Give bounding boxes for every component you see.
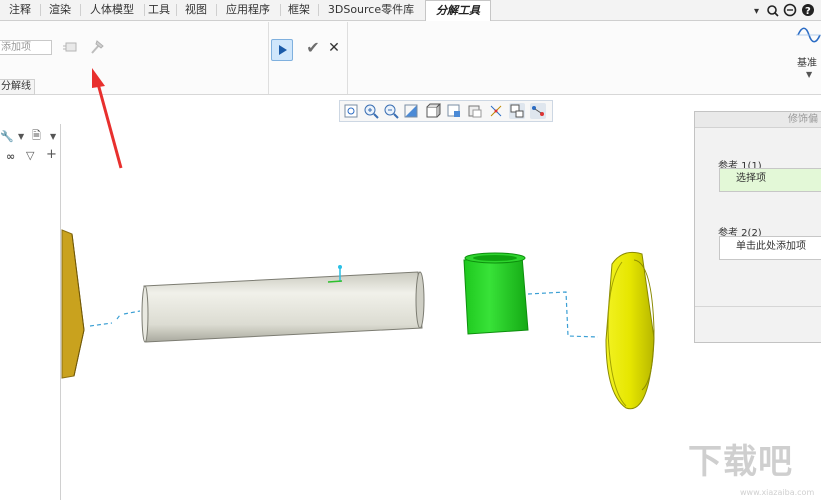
watermark-logo: 下载吧 [688,442,793,482]
datum-display-icon[interactable] [488,103,504,119]
dialog-divider [695,306,821,307]
page-dropdown-icon[interactable]: ▼ [50,130,56,144]
saved-orientations-icon[interactable] [446,103,462,119]
reference-1-collector[interactable]: 选择项 [719,168,821,192]
tab-render[interactable]: 渲染 [42,0,78,20]
assembly-viewport[interactable] [60,220,690,420]
view-manager-icon[interactable] [467,103,483,119]
annotation-display-icon[interactable] [509,103,525,119]
refit-icon[interactable] [343,103,359,119]
tools-icon[interactable]: 🔧 [0,130,14,144]
model-tree-panel: 🔧 ▼ 🗎 ▼ ∞ ▽ + [0,124,61,500]
page-icon[interactable]: 🗎 [32,129,41,143]
display-style-icon[interactable] [425,103,441,119]
binoculars-icon[interactable]: ∞ [6,150,15,164]
datum-dropdown-icon[interactable]: ▼ [806,70,812,79]
dialog-title: 修饰偏 [695,112,821,128]
hammer-icon[interactable] [88,38,106,56]
add-line-icon[interactable] [62,40,78,54]
tools-dropdown-icon[interactable]: ▼ [18,130,24,144]
collector-input[interactable]: 添加项 [0,40,52,55]
tab-applications[interactable]: 应用程序 [218,0,278,20]
zoom-in-icon[interactable] [363,103,379,119]
confirm-check-button[interactable]: ✔ [303,38,323,58]
datum-label[interactable]: 基准 [797,54,821,69]
repaint-icon[interactable] [403,103,419,119]
cosmetic-offset-dialog: 修饰偏 参考 1(1) 选择项 参考 2(2) 单击此处添加项 [694,111,821,343]
annotation-arrow [92,68,123,169]
search-icon[interactable] [767,5,777,15]
explode-line[interactable] [89,310,141,327]
svg-text:?: ? [805,6,811,17]
tab-annotation[interactable]: 注释 [2,0,38,20]
window-controls: ▾ ? [754,3,814,17]
graphics-toolbar [339,100,553,122]
play-button[interactable] [271,39,293,61]
explode-line-group-label: 分解线 [0,79,35,95]
tab-explode-tool[interactable]: 分解工具 [425,0,491,22]
explode-line[interactable] [527,291,599,338]
spin-center-icon[interactable] [530,103,546,119]
zoom-out-icon[interactable] [383,103,399,119]
ribbon-divider [347,22,348,94]
svg-text:▾: ▾ [754,6,759,17]
reference-2-collector[interactable]: 单击此处添加项 [719,236,821,260]
window-icons: ▾ ? [754,3,814,17]
tab-tools[interactable]: 工具 [146,0,172,20]
green-bushing-part[interactable] [463,255,529,335]
menu-tab-bar: 注释 渲染 人体模型 工具 视图 应用程序 框架 3DSource零件库 分解工… [0,0,821,22]
gray-shaft-part[interactable] [143,271,423,343]
tab-human-model[interactable]: 人体模型 [82,0,142,20]
datum-curve-icon[interactable] [796,24,821,46]
filter-icon[interactable]: ▽ [26,149,34,163]
tab-frame[interactable]: 框架 [282,0,316,20]
tab-view[interactable]: 视图 [178,0,214,20]
watermark-url: www.xiazaiba.com [740,488,815,497]
ribbon-divider [268,22,269,94]
tab-3dsource-library[interactable]: 3DSource零件库 [320,0,422,20]
cancel-x-button[interactable]: ✕ [325,38,343,58]
add-icon[interactable]: + [46,148,57,162]
